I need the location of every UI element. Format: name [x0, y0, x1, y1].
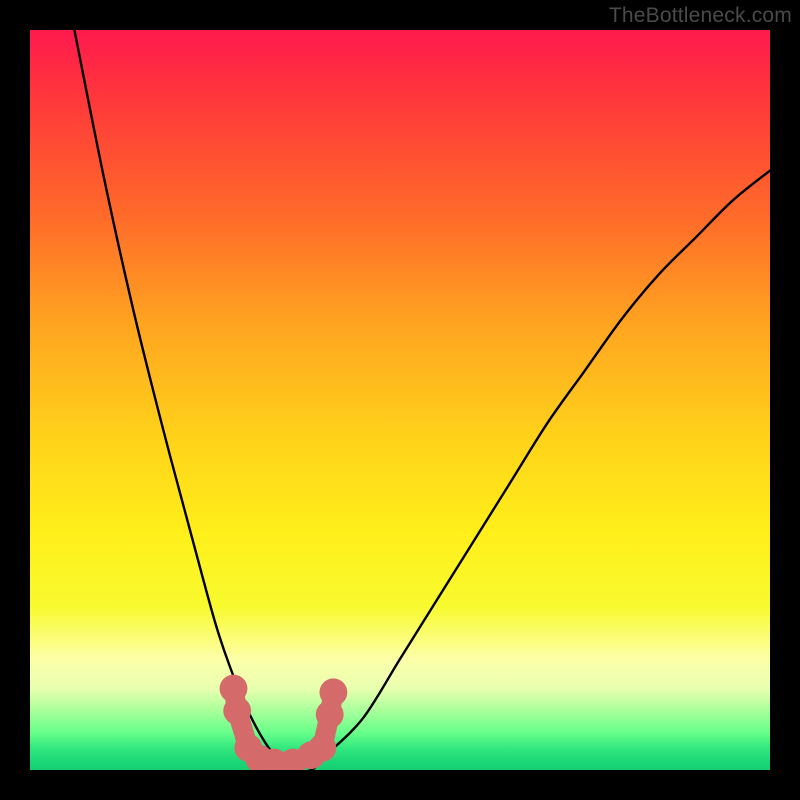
marker-dots — [220, 675, 348, 770]
watermark-label: TheBottleneck.com — [609, 4, 792, 28]
chart-svg — [30, 30, 770, 770]
bottleneck-curve — [74, 30, 770, 770]
marker-dot — [308, 734, 336, 762]
marker-dot — [319, 678, 347, 706]
marker-dot — [223, 697, 251, 725]
chart-frame: TheBottleneck.com — [0, 0, 800, 800]
